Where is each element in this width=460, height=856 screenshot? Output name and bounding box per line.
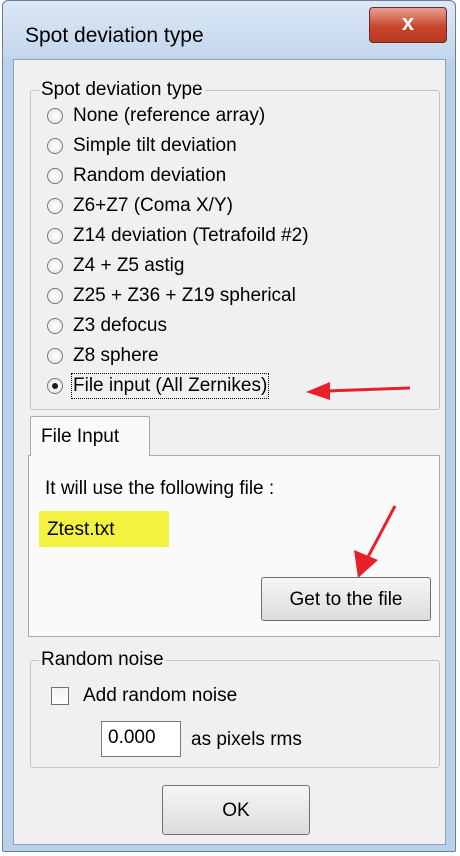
add-random-noise-label: Add random noise: [83, 685, 238, 706]
radio-button[interactable]: [47, 228, 63, 244]
radio-label: Z14 deviation (Tetrafoild #2): [73, 225, 309, 246]
radio-button[interactable]: [47, 318, 63, 334]
radio-button[interactable]: [47, 108, 63, 124]
annotation-arrow-file-option: [306, 382, 411, 400]
radio-option-simple-tilt[interactable]: Simple tilt deviation: [47, 131, 237, 161]
radio-option-astig[interactable]: Z4 + Z5 astig: [47, 251, 184, 281]
radio-label: Z8 sphere: [73, 345, 159, 366]
radio-label: File input (All Zernikes): [70, 373, 270, 399]
radio-option-coma[interactable]: Z6+Z7 (Coma X/Y): [47, 191, 233, 221]
deviation-type-group: Spot deviation type None (reference arra…: [30, 79, 440, 410]
radio-button[interactable]: [47, 288, 63, 304]
dialog-window: Spot deviation type x Spot deviation typ…: [2, 0, 456, 852]
noise-unit-label: as pixels rms: [191, 729, 302, 750]
close-icon: x: [401, 10, 415, 35]
radio-label: Z6+Z7 (Coma X/Y): [73, 195, 233, 216]
radio-option-file-input[interactable]: File input (All Zernikes): [47, 371, 270, 401]
deviation-radio-list: None (reference array) Simple tilt devia…: [47, 91, 427, 401]
file-description: It will use the following file :: [45, 478, 275, 499]
radio-button[interactable]: [47, 198, 63, 214]
title-bar[interactable]: Spot deviation type x: [3, 1, 455, 59]
get-to-file-button[interactable]: Get to the file: [261, 577, 431, 621]
radio-button[interactable]: [47, 168, 63, 184]
radio-label: Z25 + Z36 + Z19 spherical: [73, 285, 296, 306]
add-random-noise-checkbox[interactable]: [51, 687, 69, 705]
radio-option-z14[interactable]: Z14 deviation (Tetrafoild #2): [47, 221, 309, 251]
dialog-client-area: Spot deviation type None (reference arra…: [13, 59, 446, 845]
radio-option-none[interactable]: None (reference array): [47, 101, 265, 131]
radio-option-sphere[interactable]: Z8 sphere: [47, 341, 159, 371]
radio-label: Random deviation: [73, 165, 227, 186]
radio-option-defocus[interactable]: Z3 defocus: [47, 311, 167, 341]
radio-button[interactable]: [47, 138, 63, 154]
selected-filename: Ztest.txt: [39, 511, 169, 547]
close-button[interactable]: x: [369, 7, 447, 43]
radio-button[interactable]: [47, 258, 63, 274]
random-noise-legend: Random noise: [39, 649, 166, 671]
radio-option-spherical[interactable]: Z25 + Z36 + Z19 spherical: [47, 281, 296, 311]
radio-label: Simple tilt deviation: [73, 135, 237, 156]
annotation-arrow-get-file: [354, 505, 397, 578]
tab-file-input[interactable]: File Input: [30, 416, 150, 456]
radio-label: Z3 defocus: [73, 315, 167, 336]
radio-label: Z4 + Z5 astig: [73, 255, 185, 276]
radio-label: None (reference array): [73, 105, 266, 126]
radio-button[interactable]: [47, 348, 63, 364]
noise-value-input[interactable]: 0.000: [101, 721, 181, 757]
radio-option-random[interactable]: Random deviation: [47, 161, 226, 191]
ok-button[interactable]: OK: [162, 785, 310, 835]
window-title: Spot deviation type: [25, 24, 204, 47]
random-noise-group: Random noise Add random noise 0.000 as p…: [30, 649, 440, 768]
radio-button[interactable]: [47, 378, 63, 394]
